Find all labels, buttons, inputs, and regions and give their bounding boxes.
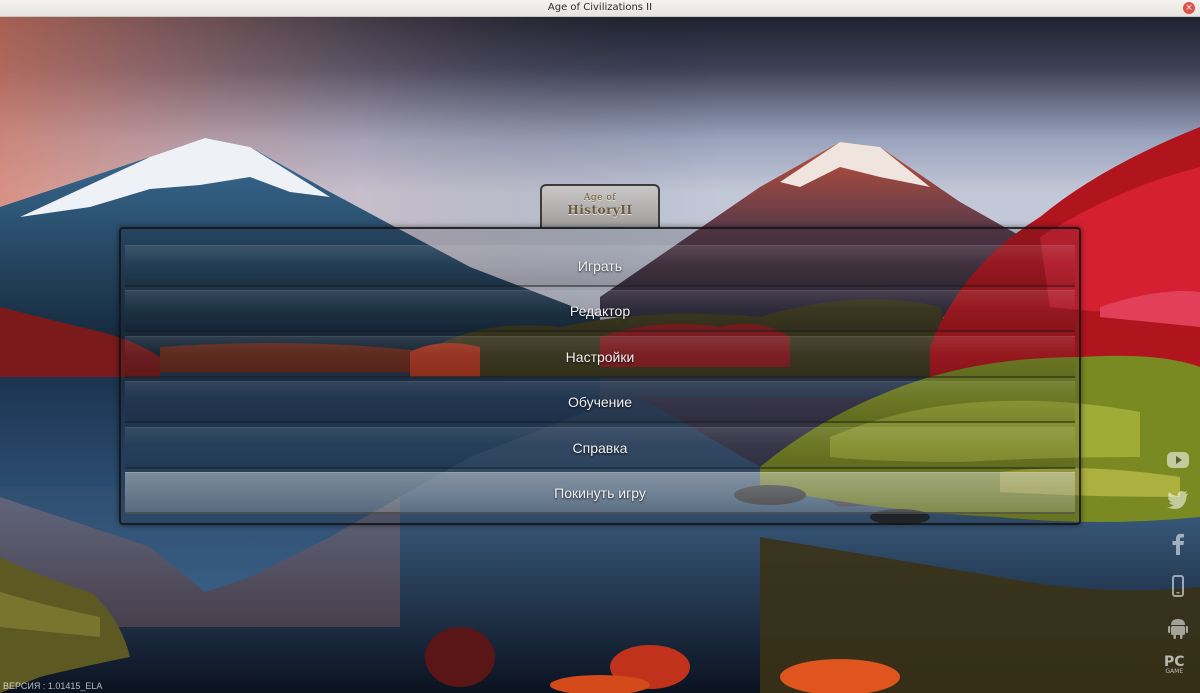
android-icon[interactable] xyxy=(1160,613,1196,643)
settings-button[interactable]: Настройки xyxy=(125,336,1075,378)
version-label: ВЕРСИЯ : 1.01415_ELA xyxy=(3,681,103,691)
quit-game-button[interactable]: Покинуть игру xyxy=(125,472,1075,514)
pc-badge-line-1: PC xyxy=(1164,654,1185,670)
twitter-icon[interactable] xyxy=(1160,485,1196,515)
help-button[interactable]: Справка xyxy=(125,427,1075,469)
mobile-icon[interactable] xyxy=(1160,571,1196,601)
main-menu-panel: Играть Редактор Настройки Обучение Справ… xyxy=(119,227,1081,525)
pc-game-badge: PC GAME xyxy=(1164,654,1185,677)
tutorial-button[interactable]: Обучение xyxy=(125,381,1075,423)
youtube-icon[interactable] xyxy=(1160,445,1196,475)
close-button[interactable]: × xyxy=(1183,2,1195,14)
game-window: Age of Civilizations II × Age of History… xyxy=(0,0,1200,693)
facebook-icon[interactable] xyxy=(1160,529,1196,559)
game-logo: Age of HistoryII xyxy=(542,192,658,216)
pc-badge-line-2: GAME xyxy=(1165,668,1184,675)
play-button[interactable]: Играть xyxy=(125,245,1075,287)
game-logo-tab: Age of HistoryII xyxy=(540,184,660,228)
logo-line-2: HistoryII xyxy=(567,203,633,217)
title-bar: Age of Civilizations II × xyxy=(0,0,1200,17)
window-title: Age of Civilizations II xyxy=(547,2,653,13)
editor-button[interactable]: Редактор xyxy=(125,290,1075,332)
